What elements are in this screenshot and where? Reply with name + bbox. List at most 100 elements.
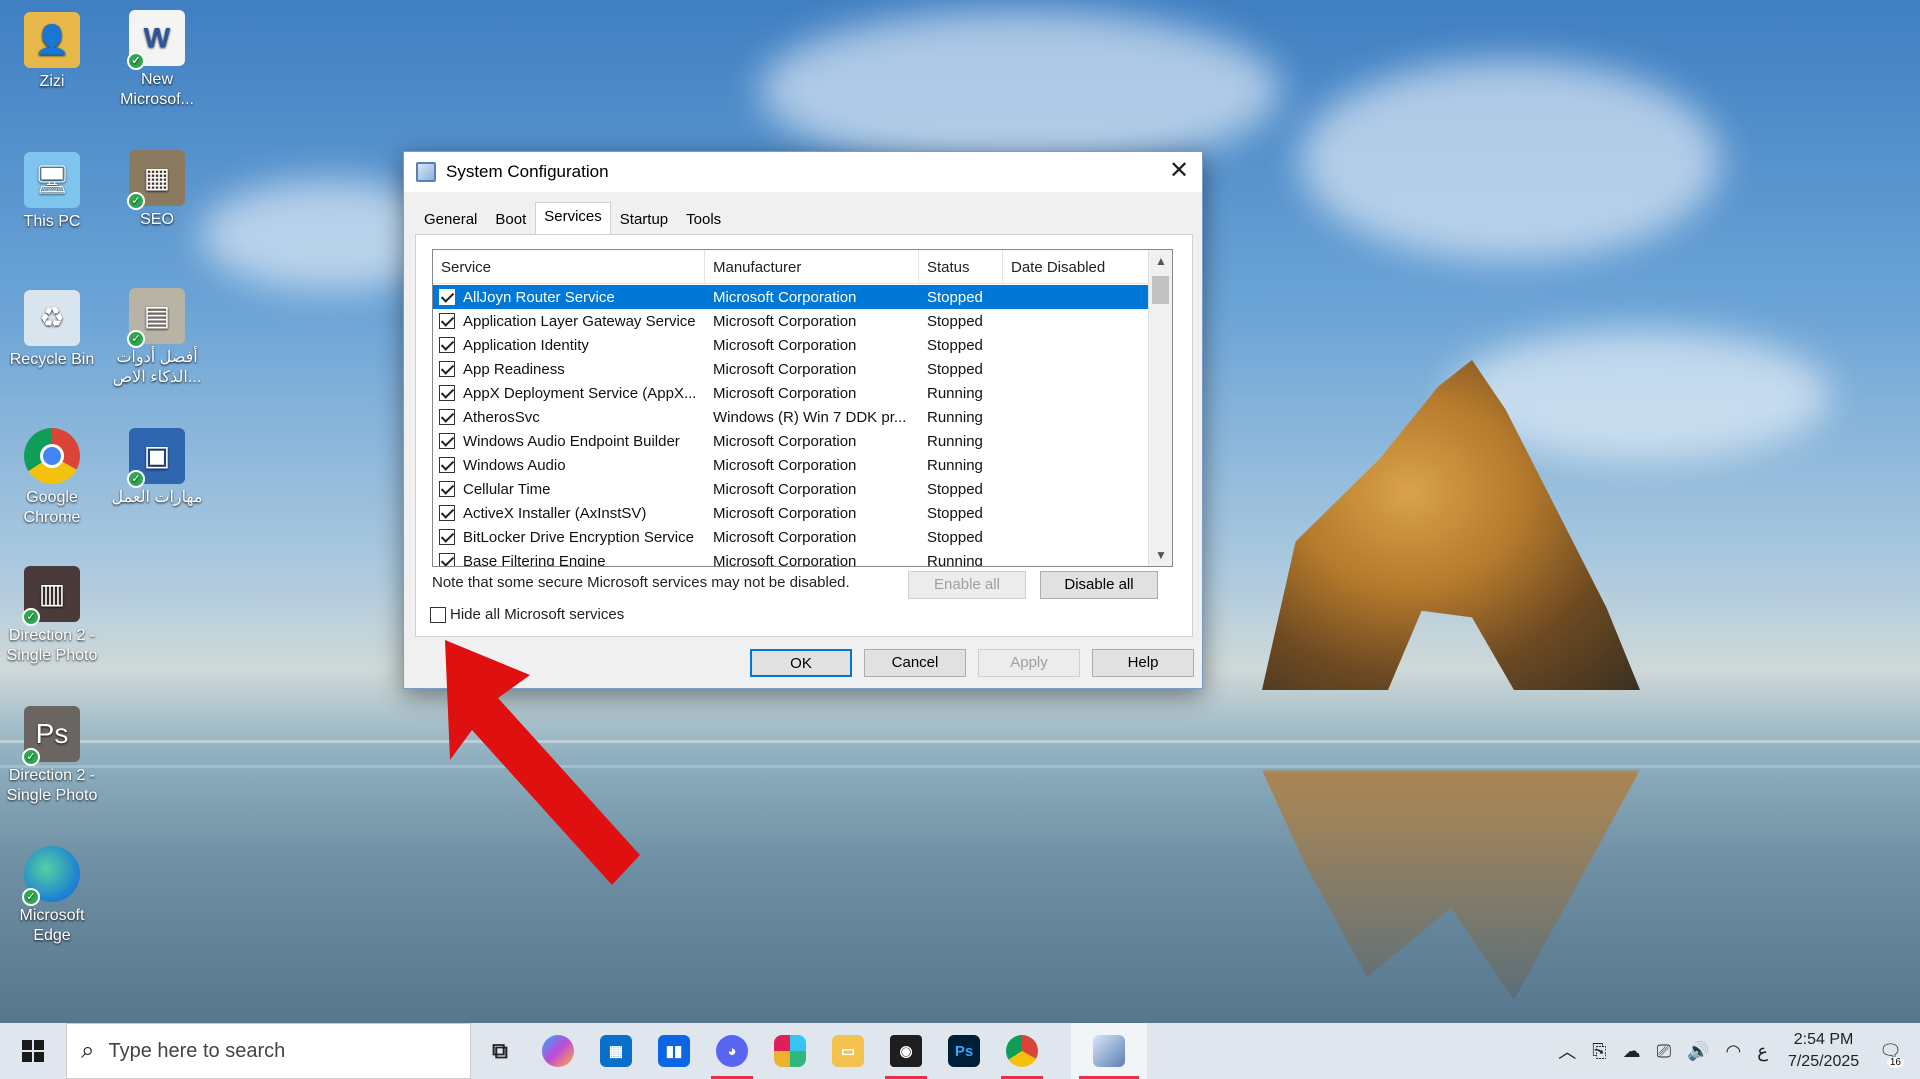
close-button[interactable]: ✕ [1156, 152, 1202, 192]
desktop-icon-direction-2-a[interactable]: ▥ ✓ Direction 2 - Single Photo [2, 566, 102, 666]
service-cell: Application Layer Gateway Service [433, 313, 705, 330]
disable-all-button[interactable]: Disable all [1040, 571, 1158, 599]
volume-icon[interactable]: 🔊 [1687, 1041, 1709, 1062]
system-configuration-taskbar-icon[interactable] [1071, 1023, 1147, 1079]
table-row[interactable]: Application Layer Gateway Service Microso… [433, 309, 1149, 333]
dialog-title: System Configuration [446, 162, 609, 181]
help-button[interactable]: Help [1092, 649, 1194, 677]
desktop-icon-work-skills[interactable]: ▣ ✓ مهارات العمل [107, 428, 207, 508]
file-explorer-icon[interactable]: ▭ [819, 1023, 877, 1079]
desktop-icon-ai-tools[interactable]: ▤ ✓ أفضل أدوات الذكاء الاص... [107, 288, 207, 388]
clock-time: 2:54 PM [1793, 1031, 1854, 1048]
service-checkbox[interactable] [439, 289, 455, 305]
status-cell: Stopped [927, 528, 983, 546]
table-row[interactable]: Windows Audio Microsoft Corporation Runnin… [433, 453, 1149, 477]
table-row[interactable]: AllJoyn Router Service Microsoft Corporat… [433, 285, 1149, 309]
service-checkbox[interactable] [439, 481, 455, 497]
service-name: App Readiness [463, 360, 565, 378]
copilot-icon[interactable] [529, 1023, 587, 1079]
taskbar: ⌕ Type here to search ⧉ ▦ ▮▮ ◕ ▭ ◉ Ps ︿ … [0, 1023, 1920, 1079]
network-adapter-icon[interactable]: ⎘ [1592, 1041, 1606, 1062]
service-checkbox[interactable] [439, 313, 455, 329]
scroll-up-arrow-icon[interactable]: ▲ [1149, 250, 1172, 272]
desktop-icon-this-pc[interactable]: 🖥 This PC [2, 152, 102, 232]
service-checkbox[interactable] [439, 337, 455, 353]
status-cell: Stopped [927, 336, 983, 354]
status-cell: Running [927, 456, 983, 474]
onedrive-cloud-icon[interactable]: ☁ [1623, 1041, 1641, 1062]
slack-icon[interactable] [761, 1023, 819, 1079]
chrome-taskbar-icon[interactable] [993, 1023, 1051, 1079]
service-checkbox[interactable] [439, 433, 455, 449]
service-checkbox[interactable] [439, 457, 455, 473]
notification-center-icon[interactable]: 🗨 16 [1879, 1041, 1904, 1068]
wallpaper-wave [0, 740, 1920, 743]
desktop-icon-microsoft-edge[interactable]: ✓ Microsoft Edge [2, 846, 102, 946]
service-name: Windows Audio Endpoint Builder [463, 432, 680, 450]
desktop-icon-new-word-doc[interactable]: W ✓ New Microsof... [107, 10, 207, 110]
service-checkbox[interactable] [439, 505, 455, 521]
column-header-manufacturer[interactable]: Manufacturer [705, 250, 919, 283]
service-checkbox[interactable] [439, 529, 455, 545]
scroll-down-arrow-icon[interactable]: ▼ [1149, 544, 1172, 566]
hide-microsoft-services-checkbox[interactable] [430, 606, 446, 623]
scroll-thumb[interactable] [1152, 276, 1169, 304]
table-row[interactable]: Base Filtering Engine Microsoft Corporati… [433, 549, 1149, 566]
table-row[interactable]: AppX Deployment Service (AppX... Microsof… [433, 381, 1149, 405]
trello-icon[interactable]: ▮▮ [645, 1023, 703, 1079]
secure-services-note: Note that some secure Microsoft services… [432, 574, 850, 591]
obs-icon[interactable]: ◉ [877, 1023, 935, 1079]
start-button[interactable] [0, 1023, 66, 1079]
windows-logo-icon [22, 1040, 44, 1062]
wallpaper-cloud [1300, 60, 1720, 260]
chevron-up-icon[interactable]: ︿ [1558, 1038, 1576, 1064]
wifi-icon[interactable]: ◠ [1725, 1041, 1741, 1062]
table-row[interactable]: BitLocker Drive Encryption Service Micros… [433, 525, 1149, 549]
service-checkbox[interactable] [439, 409, 455, 425]
hide-microsoft-services-option[interactable]: Hide all Microsoft services [430, 606, 624, 623]
table-row[interactable]: App Readiness Microsoft Corporation Stoppe… [433, 357, 1149, 381]
desktop-icon-recycle-bin[interactable]: ♻ Recycle Bin [2, 290, 102, 370]
manufacturer-cell: Microsoft Corporation [713, 384, 857, 402]
column-header-status[interactable]: Status [919, 250, 1003, 283]
table-row[interactable]: Windows Audio Endpoint Builder Microsoft … [433, 429, 1149, 453]
tab-services[interactable]: Services [535, 202, 611, 235]
services-scrollbar[interactable]: ▲ ▼ [1148, 250, 1172, 566]
enable-all-button[interactable]: Enable all [908, 571, 1026, 599]
manufacturer-cell: Microsoft Corporation [713, 360, 857, 378]
apply-button[interactable]: Apply [978, 649, 1080, 677]
service-cell: Base Filtering Engine [433, 553, 705, 566]
column-header-service[interactable]: Service [433, 250, 705, 283]
search-icon: ⌕ [81, 1037, 95, 1064]
input-language-indicator[interactable]: ع [1757, 1041, 1768, 1062]
photoshop-icon[interactable]: Ps [935, 1023, 993, 1079]
desktop-icon-direction-2-b[interactable]: Ps ✓ Direction 2 - Single Photo [2, 706, 102, 806]
column-header-date-disabled[interactable]: Date Disabled [1003, 250, 1149, 283]
msconfig-icon [416, 162, 436, 182]
desktop-icon-seo[interactable]: ▦ ✓ SEO [107, 150, 207, 230]
task-view-icon[interactable]: ⧉ [471, 1023, 529, 1079]
taskbar-search-box[interactable]: ⌕ Type here to search [66, 1023, 471, 1079]
cancel-button[interactable]: Cancel [864, 649, 966, 677]
service-checkbox[interactable] [439, 553, 455, 566]
table-row[interactable]: Application Identity Microsoft Corporatio… [433, 333, 1149, 357]
services-list[interactable]: Service Manufacturer Status Date Disable… [432, 249, 1173, 567]
ok-button[interactable]: OK [750, 649, 852, 677]
clock[interactable]: 2:54 PM 7/25/2025 [1788, 1029, 1859, 1073]
manufacturer-cell: Microsoft Corporation [713, 456, 857, 474]
service-checkbox[interactable] [439, 385, 455, 401]
service-checkbox[interactable] [439, 361, 455, 377]
manufacturer-cell: Microsoft Corporation [713, 504, 857, 522]
desktop-icon-google-chrome[interactable]: Google Chrome [2, 428, 102, 528]
table-row[interactable]: ActiveX Installer (AxInstSV) Microsoft Co… [433, 501, 1149, 525]
table-row[interactable]: AtherosSvc Windows (R) Win 7 DDK pr... Run… [433, 405, 1149, 429]
service-cell: App Readiness [433, 361, 705, 378]
desktop-icon-zizi[interactable]: 👤 Zizi [2, 12, 102, 92]
desktop-icon-label: New Microsof... [120, 71, 194, 108]
microsoft-store-icon[interactable]: ▦ [587, 1023, 645, 1079]
dialog-titlebar[interactable]: System Configuration ✕ [404, 152, 1202, 192]
meet-now-icon[interactable]: ⎚ [1657, 1041, 1671, 1062]
table-row[interactable]: Cellular Time Microsoft Corporation Stoppe… [433, 477, 1149, 501]
image-file-icon: ▤ ✓ [127, 288, 185, 348]
discord-icon[interactable]: ◕ [703, 1023, 761, 1079]
